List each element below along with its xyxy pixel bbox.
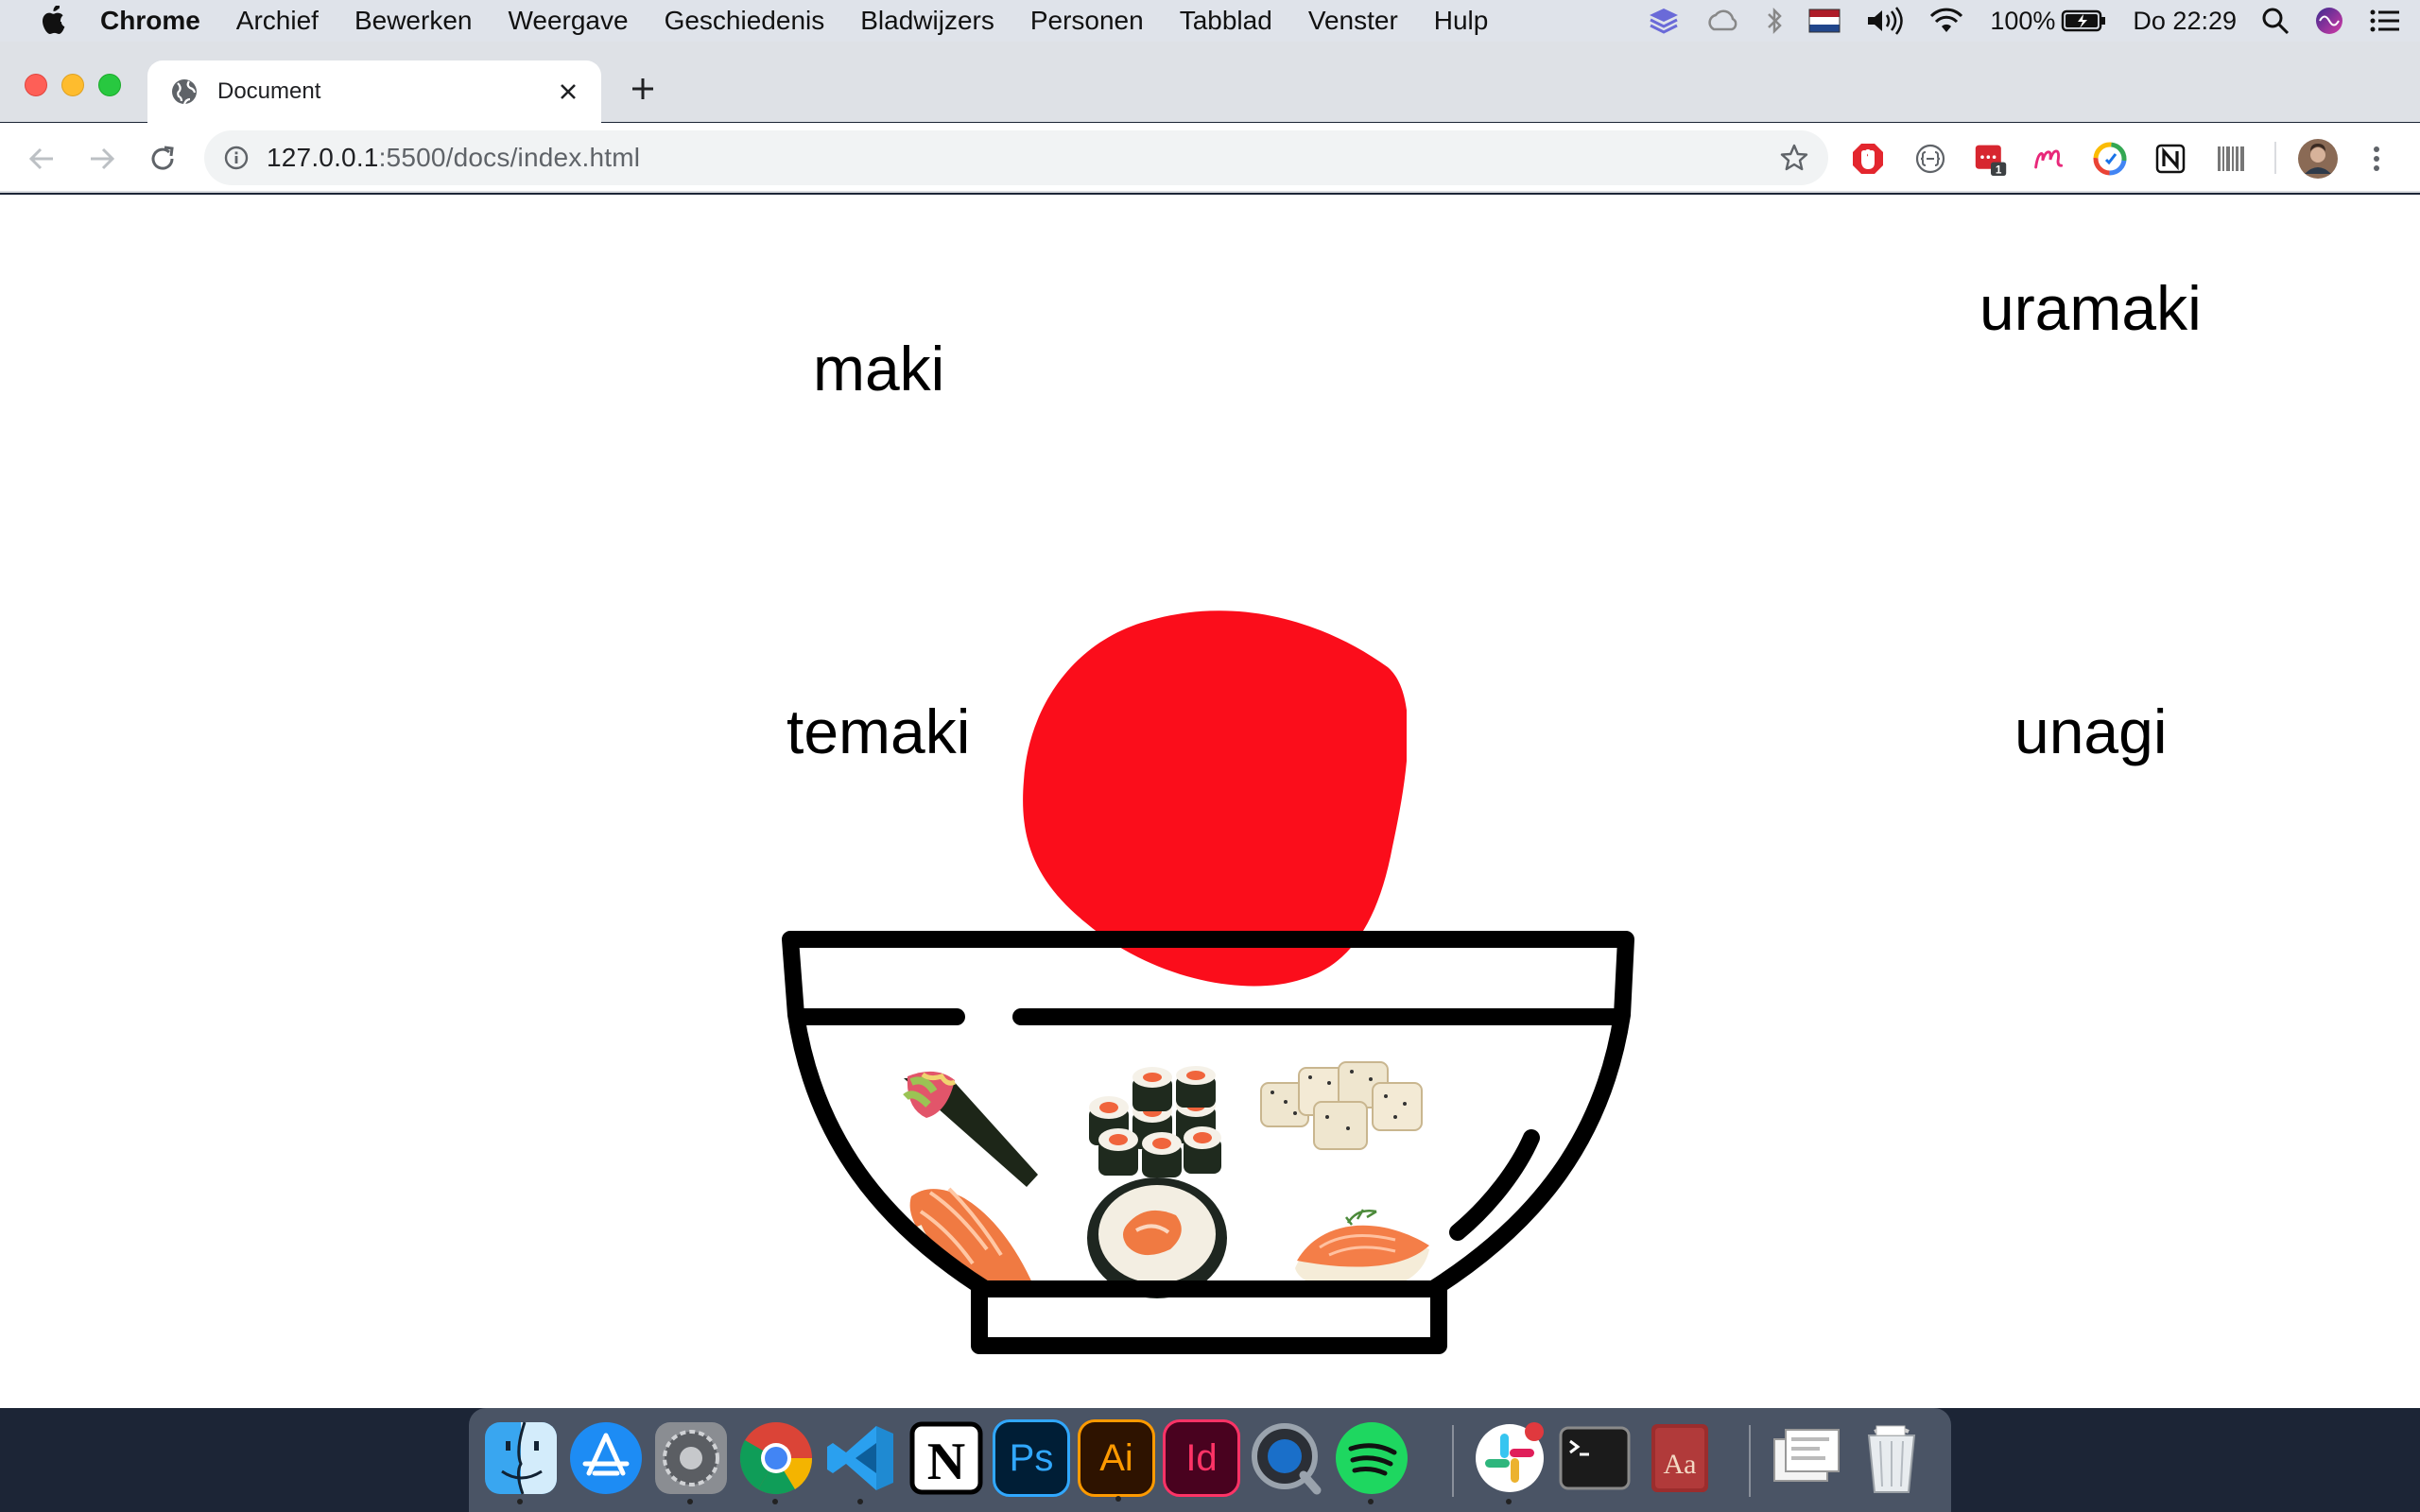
- photoshop-label: Ps: [1009, 1436, 1054, 1479]
- url-text[interactable]: 127.0.0.1:5500/docs/index.html: [267, 143, 640, 173]
- chrome-dock-icon[interactable]: [737, 1419, 815, 1504]
- creative-cloud-icon[interactable]: [1704, 9, 1740, 33]
- unagi-label[interactable]: unagi: [2014, 696, 2168, 767]
- menu-bar: Chrome Archief Bewerken Weergave Geschie…: [0, 0, 2420, 42]
- dock: N Ps Ai Id Aa: [469, 1408, 1951, 1512]
- tab-close-icon[interactable]: [554, 77, 582, 106]
- menubar-clock[interactable]: Do 22:29: [2133, 7, 2237, 36]
- volume-icon[interactable]: [1865, 7, 1904, 35]
- dutch-flag-icon[interactable]: [1808, 9, 1841, 33]
- notion-label: N: [927, 1433, 965, 1491]
- menu-hulp[interactable]: Hulp: [1434, 6, 1489, 36]
- menu-app-name[interactable]: Chrome: [100, 6, 200, 36]
- spotlight-search-icon[interactable]: [2261, 7, 2290, 35]
- notification-center-icon[interactable]: [2369, 9, 2401, 33]
- menu-geschiedenis[interactable]: Geschiedenis: [665, 6, 825, 36]
- running-indicator: [687, 1499, 693, 1504]
- running-indicator: [772, 1499, 778, 1504]
- running-indicator: [1115, 1496, 1121, 1502]
- system-preferences-dock-icon[interactable]: [652, 1419, 730, 1504]
- siri-icon[interactable]: [2314, 6, 2344, 36]
- tab-title: Document: [217, 78, 321, 104]
- mailtrack-extension-icon[interactable]: [2032, 142, 2066, 176]
- photoshop-dock-icon[interactable]: Ps: [993, 1419, 1070, 1497]
- menu-weergave[interactable]: Weergave: [508, 6, 628, 36]
- chrome-menu-icon[interactable]: [2360, 142, 2394, 176]
- finder-dock-icon[interactable]: [482, 1419, 560, 1504]
- dock-separator: [1749, 1425, 1751, 1497]
- site-info-icon[interactable]: [223, 145, 250, 171]
- window-zoom-button[interactable]: [98, 74, 121, 96]
- menu-archief[interactable]: Archief: [236, 6, 319, 36]
- notion-dock-icon[interactable]: N: [908, 1419, 985, 1497]
- menu-bladwijzers[interactable]: Bladwijzers: [860, 6, 994, 36]
- running-indicator: [517, 1499, 523, 1504]
- trash-dock-icon[interactable]: [1853, 1419, 1930, 1497]
- preview-documents-dock-icon[interactable]: [1768, 1419, 1845, 1497]
- apple-icon[interactable]: [36, 0, 70, 42]
- toolbar-divider: [2274, 142, 2276, 174]
- status-area: 100% Do 22:29: [1648, 0, 2420, 42]
- vscode-dock-icon[interactable]: [822, 1419, 900, 1504]
- json-extension-icon[interactable]: [1913, 142, 1947, 176]
- wifi-icon[interactable]: [1927, 7, 1965, 35]
- indesign-dock-icon[interactable]: Id: [1163, 1419, 1240, 1497]
- tab-document[interactable]: Document: [147, 60, 601, 123]
- page-viewport: maki uramaki temaki unagi: [0, 195, 2420, 1408]
- temaki-label[interactable]: temaki: [786, 696, 970, 767]
- back-button[interactable]: [23, 140, 60, 178]
- reload-button[interactable]: [144, 140, 182, 178]
- running-indicator: [1506, 1499, 1512, 1504]
- bluetooth-icon[interactable]: [1765, 7, 1784, 35]
- dock-separator: [1452, 1425, 1454, 1497]
- barcode-extension-icon[interactable]: [2214, 142, 2248, 176]
- uramaki-label[interactable]: uramaki: [1979, 272, 2202, 344]
- running-indicator: [857, 1499, 863, 1504]
- layers-icon[interactable]: [1648, 7, 1680, 35]
- new-tab-button[interactable]: [628, 74, 658, 104]
- maki-label[interactable]: maki: [813, 333, 944, 404]
- globe-icon: [170, 77, 199, 106]
- adblock-extension-icon[interactable]: [1851, 142, 1885, 176]
- terminal-dock-icon[interactable]: [1556, 1419, 1634, 1497]
- extension-badge: 1: [1996, 163, 2002, 176]
- bookmark-star-icon[interactable]: [1779, 143, 1809, 173]
- menu-personen[interactable]: Personen: [1030, 6, 1144, 36]
- dictionary-label: Aa: [1664, 1449, 1697, 1480]
- notion-extension-icon[interactable]: [2153, 142, 2187, 176]
- forward-button[interactable]: [83, 140, 121, 178]
- window-minimize-button[interactable]: [61, 74, 84, 96]
- menu-bewerken[interactable]: Bewerken: [354, 6, 473, 36]
- illustrator-label: Ai: [1099, 1436, 1133, 1479]
- app-store-dock-icon[interactable]: [567, 1419, 645, 1497]
- meetup-extension-icon[interactable]: 1: [1974, 142, 2008, 176]
- running-indicator: [1368, 1499, 1374, 1504]
- indesign-label: Id: [1185, 1436, 1218, 1479]
- address-bar[interactable]: 127.0.0.1:5500/docs/index.html: [204, 130, 1828, 185]
- url-path: :5500/docs/index.html: [378, 143, 641, 172]
- battery-icon[interactable]: [2061, 9, 2108, 33]
- dictionary-dock-icon[interactable]: Aa: [1641, 1419, 1719, 1497]
- menu-tabblad[interactable]: Tabblad: [1180, 6, 1272, 36]
- bowl-illustration: [782, 931, 1634, 1354]
- profile-avatar[interactable]: [2297, 138, 2339, 180]
- battery-percentage: 100%: [1990, 6, 2056, 35]
- quicktime-dock-icon[interactable]: [1248, 1419, 1325, 1497]
- slack-dock-icon[interactable]: [1471, 1419, 1548, 1504]
- url-host: 127.0.0.1: [267, 143, 379, 172]
- google-extension-icon[interactable]: [2093, 142, 2127, 176]
- spotify-dock-icon[interactable]: [1333, 1419, 1410, 1504]
- window-close-button[interactable]: [25, 74, 47, 96]
- illustrator-dock-icon[interactable]: Ai: [1078, 1419, 1155, 1502]
- menu-venster[interactable]: Venster: [1308, 6, 1398, 36]
